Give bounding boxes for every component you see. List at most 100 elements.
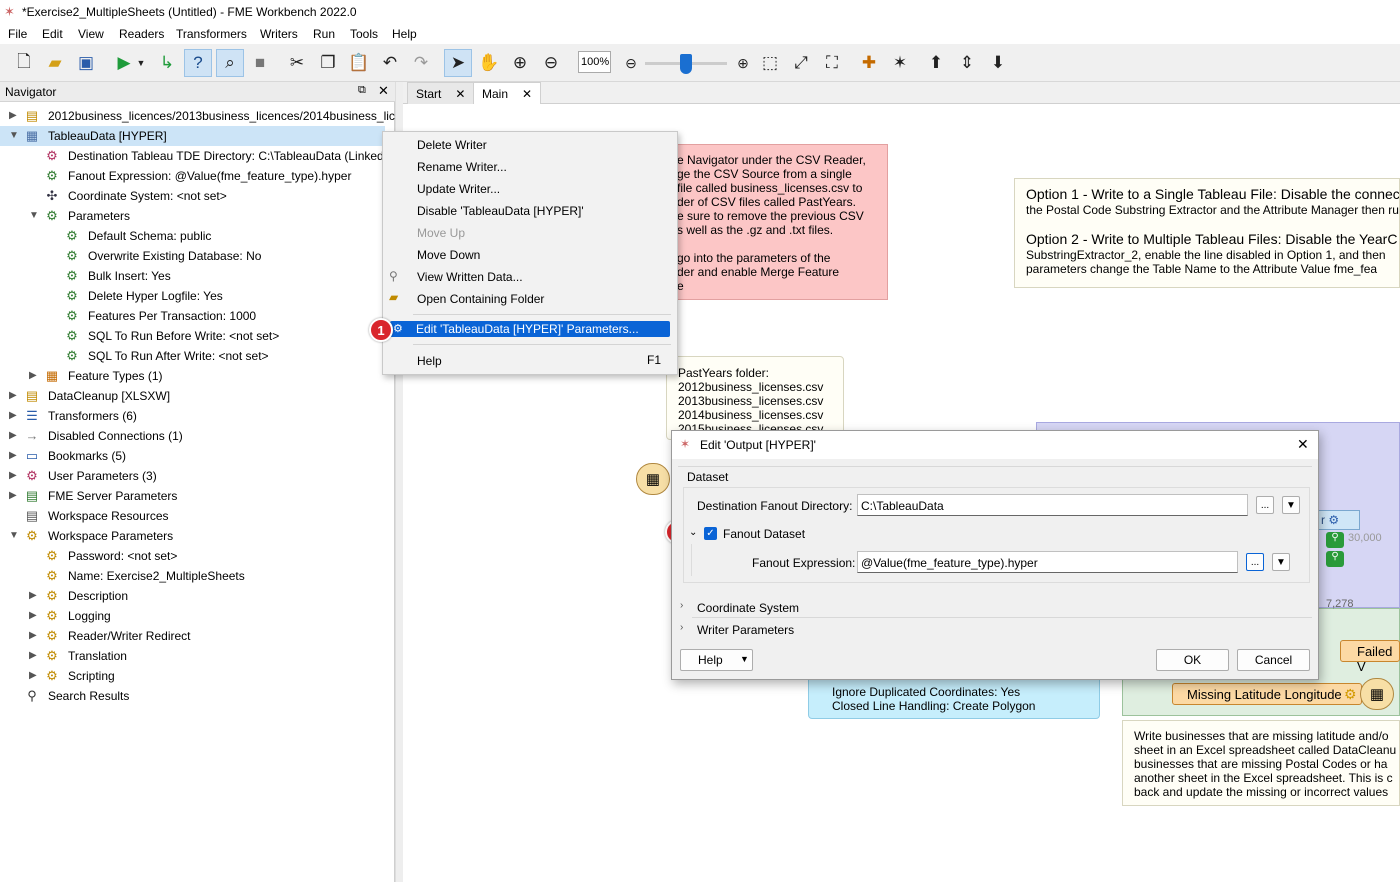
zoom-slider-handle[interactable]: [680, 54, 692, 74]
pan-hand-icon[interactable]: ✋: [475, 49, 503, 77]
cut-icon[interactable]: ✂: [283, 49, 311, 77]
table-writer-icon[interactable]: ▦: [636, 463, 670, 495]
expand-arrow-icon[interactable]: ▶: [29, 366, 37, 386]
new-file-icon[interactable]: 🗋: [10, 49, 38, 77]
inspect-port-icon[interactable]: ⚲: [1326, 532, 1344, 548]
menu-disable-writer[interactable]: Disable 'TableauData [HYPER]': [417, 201, 584, 221]
add-transformer-icon[interactable]: ✚: [855, 49, 883, 77]
text-editor-button[interactable]: ...: [1246, 553, 1264, 571]
nav-dest-directory[interactable]: ⚙ Destination Tableau TDE Directory: C:\…: [0, 146, 385, 166]
browse-button[interactable]: ...: [1256, 496, 1274, 514]
menu-tools[interactable]: Tools: [350, 27, 378, 41]
dest-dir-input[interactable]: C:\TableauData: [857, 494, 1248, 516]
help-button[interactable]: Help ▼: [680, 649, 753, 671]
zoom-selection-icon[interactable]: ⬚: [756, 49, 784, 77]
close-panel-icon[interactable]: ✕: [378, 83, 389, 99]
expand-arrow-icon[interactable]: ▶: [29, 666, 37, 686]
zoom-in-icon[interactable]: ⊕: [506, 49, 534, 77]
zoom-level-input[interactable]: 100%: [578, 51, 611, 73]
menu-transformers[interactable]: Transformers: [176, 27, 247, 41]
expand-arrow-icon[interactable]: ▶: [9, 106, 17, 126]
expand-arrow-icon[interactable]: ▶: [9, 406, 17, 426]
expand-arrow-icon[interactable]: ▶: [9, 446, 17, 466]
fanout-dropdown-button[interactable]: ▼: [1272, 553, 1290, 571]
zoom-plus-icon[interactable]: ⊕: [729, 49, 757, 77]
float-panel-icon[interactable]: ⧉: [358, 84, 366, 97]
undo-icon[interactable]: ↶: [376, 49, 404, 77]
stop-icon[interactable]: ■: [246, 49, 274, 77]
expand-arrow-icon[interactable]: ▶: [29, 646, 37, 666]
paste-icon[interactable]: 📋: [345, 49, 373, 77]
tab-main[interactable]: Main ✕: [473, 82, 542, 104]
menu-edit[interactable]: Edit: [42, 27, 63, 41]
options-annotation[interactable]: Option 1 - Write to a Single Tableau Fil…: [1014, 178, 1400, 288]
failed-port[interactable]: Failed V: [1340, 640, 1400, 674]
transformer-node[interactable]: r ⚙: [1318, 510, 1360, 530]
missing-lat-lon-port[interactable]: Missing Latitude Longitude: [1172, 683, 1362, 705]
menu-run[interactable]: Run: [313, 27, 335, 41]
menu-file[interactable]: File: [8, 27, 27, 41]
menu-readers[interactable]: Readers: [119, 27, 164, 41]
align-middle-icon[interactable]: ⇕: [953, 49, 981, 77]
save-icon[interactable]: ▣: [72, 49, 100, 77]
menu-help[interactable]: Help: [392, 27, 417, 41]
cancel-button[interactable]: Cancel: [1237, 649, 1310, 671]
expand-arrow-icon[interactable]: ▶: [29, 586, 37, 606]
tab-start[interactable]: Start ✕: [407, 82, 475, 104]
dest-dropdown-button[interactable]: ▼: [1282, 496, 1300, 514]
collapse-arrow-icon[interactable]: ▼: [9, 126, 19, 146]
menu-rename-writer[interactable]: Rename Writer...: [417, 157, 507, 177]
fanout-checkbox[interactable]: ✓: [704, 527, 717, 540]
expand-arrow-icon[interactable]: ▶: [9, 426, 17, 446]
menu-view-written-data[interactable]: View Written Data...: [417, 267, 523, 287]
zoom-minus-icon[interactable]: ⊖: [617, 49, 645, 77]
menu-writers[interactable]: Writers: [260, 27, 298, 41]
expand-arrow-icon[interactable]: ▶: [9, 486, 17, 506]
menu-help[interactable]: Help: [417, 351, 442, 371]
menu-view[interactable]: View: [78, 27, 104, 41]
pink-annotation[interactable]: e Navigator under the CSV Reader, ge the…: [672, 144, 888, 300]
expand-arrow-icon[interactable]: ▶: [29, 626, 37, 646]
align-bottom-icon[interactable]: ⬇: [984, 49, 1012, 77]
zoom-extents-icon[interactable]: ⤢: [787, 49, 815, 77]
run-to-icon[interactable]: ↳: [153, 49, 181, 77]
nav-writer-item[interactable]: ▼ ▦ TableauData [HYPER]: [0, 126, 385, 146]
select-pointer-icon[interactable]: ➤: [444, 49, 472, 77]
collapse-arrow-icon[interactable]: ⌄: [689, 527, 697, 538]
prompt-icon[interactable]: ?: [184, 49, 212, 77]
expand-arrow-icon[interactable]: ▶: [9, 386, 17, 406]
expand-arrow-icon[interactable]: ›: [680, 622, 683, 633]
blue-annotation[interactable]: Ignore Duplicated Coordinates: Yes Close…: [808, 676, 1100, 719]
add-writer-icon[interactable]: ✶: [886, 49, 914, 77]
expand-arrow-icon[interactable]: ▶: [9, 466, 17, 486]
coordinate-system-section[interactable]: Coordinate System: [697, 601, 799, 615]
expand-arrow-icon[interactable]: ›: [680, 600, 683, 611]
align-top-icon[interactable]: ⬆: [922, 49, 950, 77]
inspect-port-icon[interactable]: ⚲: [1326, 551, 1344, 567]
nav-item-label: SQL To Run Before Write: <not set>: [88, 329, 280, 343]
open-folder-icon[interactable]: ▰: [41, 49, 69, 77]
close-tab-icon[interactable]: ✕: [455, 87, 465, 101]
pastyears-annotation[interactable]: PastYears folder: 2012business_licenses.…: [666, 356, 844, 440]
inspect-icon[interactable]: ⌕: [216, 49, 244, 77]
close-dialog-icon[interactable]: ✕: [1297, 436, 1309, 453]
writer-parameters-section[interactable]: Writer Parameters: [697, 623, 794, 637]
expand-arrow-icon[interactable]: ▶: [29, 606, 37, 626]
write-annotation[interactable]: Write businesses that are missing latitu…: [1122, 720, 1400, 806]
collapse-arrow-icon[interactable]: ▼: [29, 206, 39, 226]
table-writer-icon[interactable]: ▦: [1360, 678, 1394, 710]
redo-icon[interactable]: ↷: [407, 49, 435, 77]
copy-icon[interactable]: ❐: [314, 49, 342, 77]
nav-reader-item[interactable]: ▶ ▤ 2012business_licences/2013business_l…: [0, 106, 405, 126]
run-dropdown-icon[interactable]: ▼: [134, 49, 148, 77]
close-tab-icon[interactable]: ✕: [522, 87, 532, 101]
zoom-window-icon[interactable]: ⛶: [818, 49, 846, 77]
collapse-arrow-icon[interactable]: ▼: [9, 526, 19, 546]
menu-move-down[interactable]: Move Down: [417, 245, 480, 265]
menu-open-containing-folder[interactable]: Open Containing Folder: [417, 289, 544, 309]
ok-button[interactable]: OK: [1156, 649, 1229, 671]
menu-delete-writer[interactable]: Delete Writer: [417, 135, 487, 155]
menu-update-writer[interactable]: Update Writer...: [417, 179, 500, 199]
fanout-expression-input[interactable]: @Value(fme_feature_type).hyper: [857, 551, 1238, 573]
zoom-out-icon[interactable]: ⊖: [537, 49, 565, 77]
